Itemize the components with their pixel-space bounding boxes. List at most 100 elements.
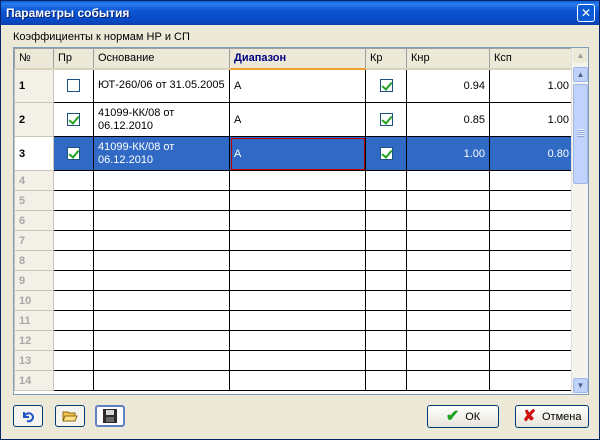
table-row[interactable]: 13 xyxy=(14,350,574,371)
kr-checkbox[interactable] xyxy=(379,113,393,126)
kr-cell[interactable] xyxy=(365,68,407,103)
pr-cell[interactable] xyxy=(53,68,94,103)
column-header-kr[interactable]: Кр xyxy=(365,48,407,70)
empty-cell[interactable] xyxy=(53,330,94,351)
kr-checkbox[interactable] xyxy=(379,79,393,93)
empty-cell[interactable] xyxy=(406,270,490,291)
empty-cell[interactable] xyxy=(229,190,366,211)
empty-cell[interactable] xyxy=(229,290,366,311)
ksp-cell[interactable]: 1.00 xyxy=(489,68,574,103)
scroll-up-button[interactable]: ▲ xyxy=(573,67,588,82)
ok-button[interactable]: ✔ ОК xyxy=(427,405,499,428)
kr-cell[interactable] xyxy=(365,136,407,171)
empty-cell[interactable] xyxy=(93,290,230,311)
empty-cell[interactable] xyxy=(53,370,94,391)
empty-cell[interactable] xyxy=(365,290,407,311)
empty-cell[interactable] xyxy=(489,370,574,391)
empty-cell[interactable] xyxy=(93,250,230,271)
empty-cell[interactable] xyxy=(365,210,407,231)
ksp-cell[interactable]: 0.80 xyxy=(489,136,574,171)
knr-cell[interactable]: 0.94 xyxy=(406,68,490,103)
empty-cell[interactable] xyxy=(489,330,574,351)
empty-cell[interactable] xyxy=(365,270,407,291)
table-row[interactable]: 5 xyxy=(14,190,574,211)
column-header-pr[interactable]: Пр xyxy=(53,48,94,70)
kr-checkbox[interactable] xyxy=(379,147,393,160)
empty-cell[interactable] xyxy=(489,270,574,291)
range-cell[interactable]: А xyxy=(229,136,366,171)
table-row[interactable]: 4 xyxy=(14,170,574,191)
empty-cell[interactable] xyxy=(489,250,574,271)
empty-cell[interactable] xyxy=(229,170,366,191)
range-cell[interactable]: А xyxy=(229,68,366,103)
empty-cell[interactable] xyxy=(93,170,230,191)
column-header-range[interactable]: Диапазон xyxy=(229,48,366,70)
empty-cell[interactable] xyxy=(229,250,366,271)
empty-cell[interactable] xyxy=(406,350,490,371)
empty-cell[interactable] xyxy=(93,370,230,391)
kr-cell[interactable] xyxy=(365,102,407,137)
empty-cell[interactable] xyxy=(229,350,366,371)
table-row[interactable]: 9 xyxy=(14,270,574,291)
table-row[interactable]: 1 ЮТ-260/06 от 31.05.2005 А 0.94 1.00 xyxy=(14,68,574,103)
empty-cell[interactable] xyxy=(53,270,94,291)
empty-cell[interactable] xyxy=(489,210,574,231)
empty-cell[interactable] xyxy=(93,230,230,251)
vertical-scrollbar[interactable]: ▲ ▲ ▼ xyxy=(571,48,588,394)
table-row[interactable]: 11 xyxy=(14,310,574,331)
empty-cell[interactable] xyxy=(53,310,94,331)
pr-cell[interactable] xyxy=(53,136,94,171)
empty-cell[interactable] xyxy=(406,190,490,211)
table-row[interactable]: 2 41099-КК/08 от 06.12.2010 А 0.85 1.00 xyxy=(14,102,574,137)
empty-cell[interactable] xyxy=(406,370,490,391)
column-header-knr[interactable]: Кнр xyxy=(406,48,490,70)
table-row[interactable]: 8 xyxy=(14,250,574,271)
empty-cell[interactable] xyxy=(229,210,366,231)
coefficients-grid[interactable]: № Пр Основание Диапазон Кр Кнр Ксп 1 ЮТ-2… xyxy=(13,47,589,395)
empty-cell[interactable] xyxy=(365,330,407,351)
empty-cell[interactable] xyxy=(93,350,230,371)
empty-cell[interactable] xyxy=(489,170,574,191)
empty-cell[interactable] xyxy=(365,170,407,191)
open-button[interactable] xyxy=(55,405,85,427)
empty-cell[interactable] xyxy=(53,210,94,231)
empty-cell[interactable] xyxy=(229,230,366,251)
close-button[interactable]: ✕ xyxy=(577,4,595,22)
empty-cell[interactable] xyxy=(229,370,366,391)
table-row[interactable]: 7 xyxy=(14,230,574,251)
basis-cell[interactable]: 41099-КК/08 от 06.12.2010 xyxy=(93,136,230,171)
empty-cell[interactable] xyxy=(406,250,490,271)
basis-cell[interactable]: 41099-КК/08 от 06.12.2010 xyxy=(93,102,230,137)
empty-cell[interactable] xyxy=(93,190,230,211)
pr-checkbox[interactable] xyxy=(67,147,80,160)
empty-cell[interactable] xyxy=(489,350,574,371)
empty-cell[interactable] xyxy=(365,370,407,391)
empty-cell[interactable] xyxy=(406,210,490,231)
empty-cell[interactable] xyxy=(489,190,574,211)
empty-cell[interactable] xyxy=(406,310,490,331)
empty-cell[interactable] xyxy=(53,230,94,251)
knr-cell[interactable]: 0.85 xyxy=(406,102,490,137)
empty-cell[interactable] xyxy=(93,310,230,331)
empty-cell[interactable] xyxy=(93,330,230,351)
empty-cell[interactable] xyxy=(53,290,94,311)
empty-cell[interactable] xyxy=(406,230,490,251)
table-row[interactable]: 6 xyxy=(14,210,574,231)
save-button[interactable] xyxy=(95,405,125,427)
column-header-ksp[interactable]: Ксп xyxy=(489,48,574,70)
empty-cell[interactable] xyxy=(53,250,94,271)
scrollbar-thumb[interactable] xyxy=(573,84,588,184)
empty-cell[interactable] xyxy=(229,270,366,291)
pr-checkbox[interactable] xyxy=(67,113,80,126)
table-row[interactable]: 3 41099-КК/08 от 06.12.2010 А 1.00 0.80 xyxy=(14,136,574,171)
empty-cell[interactable] xyxy=(406,330,490,351)
table-row[interactable]: 12 xyxy=(14,330,574,351)
empty-cell[interactable] xyxy=(365,230,407,251)
pr-checkbox[interactable] xyxy=(67,79,80,93)
empty-cell[interactable] xyxy=(489,230,574,251)
ksp-cell[interactable]: 1.00 xyxy=(489,102,574,137)
empty-cell[interactable] xyxy=(53,190,94,211)
cancel-button[interactable]: ✘ Отмена xyxy=(515,405,589,428)
empty-cell[interactable] xyxy=(53,170,94,191)
empty-cell[interactable] xyxy=(365,350,407,371)
